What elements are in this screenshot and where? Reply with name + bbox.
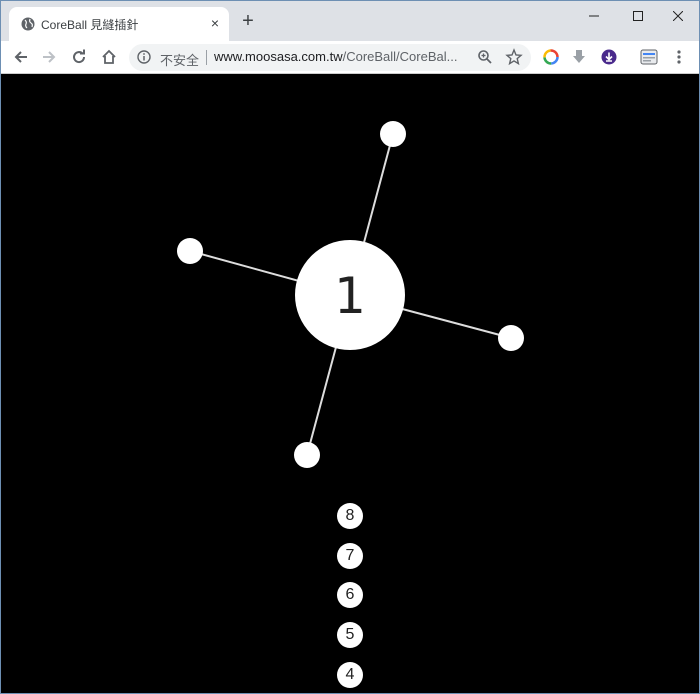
speed-dial-icon xyxy=(543,49,559,65)
pin-ball xyxy=(294,442,320,468)
avatar-icon xyxy=(640,49,658,65)
menu-button[interactable] xyxy=(667,45,691,69)
queue-ball: 5 xyxy=(337,622,363,648)
reload-icon xyxy=(73,49,86,64)
tab-strip: CoreBall 見縫插針 × + xyxy=(1,1,699,41)
back-button[interactable] xyxy=(9,45,33,69)
close-icon xyxy=(673,11,683,21)
new-tab-button[interactable]: + xyxy=(239,11,257,31)
address-bar[interactable]: 不安全 www.moosasa.com.tw/CoreBall/CoreBal.… xyxy=(129,44,531,71)
minimize-icon xyxy=(589,15,599,17)
queue-ball: 8 xyxy=(337,503,363,529)
kebab-menu-icon xyxy=(677,50,681,64)
browser-tab[interactable]: CoreBall 見縫插針 × xyxy=(9,7,229,41)
pin-ball xyxy=(177,238,203,264)
bookmark-star-icon[interactable] xyxy=(505,48,523,66)
tab-close-icon[interactable]: × xyxy=(211,16,219,30)
browser-window: CoreBall 見縫插針 × + 不安全 www.moosasa.com.tw… xyxy=(0,0,700,694)
download-arrow-icon xyxy=(573,50,585,63)
globe-icon xyxy=(21,17,35,31)
forward-arrow-icon xyxy=(43,51,56,63)
tab-title: CoreBall 見縫插針 xyxy=(41,18,139,32)
download-circle-icon xyxy=(601,49,617,65)
back-arrow-icon xyxy=(14,51,27,63)
reload-button[interactable] xyxy=(67,45,91,69)
info-icon[interactable] xyxy=(137,50,151,64)
pin-ball xyxy=(498,325,524,351)
url-text[interactable]: www.moosasa.com.tw/CoreBall/CoreBal... xyxy=(214,49,457,64)
zoom-icon[interactable] xyxy=(477,49,493,65)
extension-button[interactable] xyxy=(539,45,563,69)
home-icon xyxy=(102,49,116,64)
queue-ball: 7 xyxy=(337,543,363,569)
core-number: 1 xyxy=(334,267,366,325)
pin-ball xyxy=(380,121,406,147)
queue-ball: 6 xyxy=(337,582,363,608)
profile-button[interactable] xyxy=(637,45,661,69)
forward-button[interactable] xyxy=(37,45,61,69)
queue-ball: 4 xyxy=(337,662,363,688)
maximize-icon xyxy=(633,11,643,21)
downloader-extension-button[interactable] xyxy=(597,45,621,69)
download-helper-button[interactable] xyxy=(567,45,591,69)
url-host: www.moosasa.com.tw xyxy=(214,49,343,64)
url-path: /CoreBall/CoreBal... xyxy=(342,49,458,64)
minimize-button[interactable] xyxy=(571,1,617,31)
divider xyxy=(206,50,207,65)
security-label: 不安全 xyxy=(160,53,200,68)
game-canvas[interactable]: 1 8 7 6 5 4 xyxy=(1,75,699,693)
home-button[interactable] xyxy=(97,45,121,69)
toolbar: 不安全 www.moosasa.com.tw/CoreBall/CoreBal.… xyxy=(1,41,699,74)
close-window-button[interactable] xyxy=(655,1,699,31)
